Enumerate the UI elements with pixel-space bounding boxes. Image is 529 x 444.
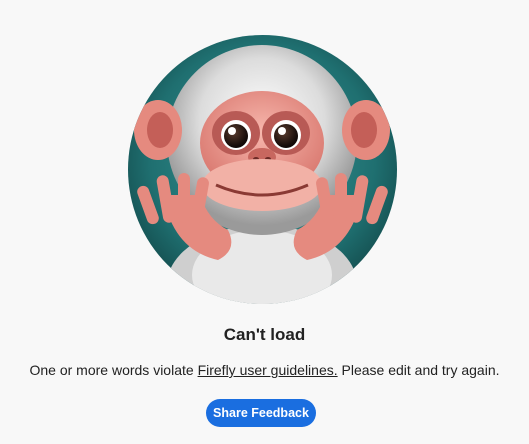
error-message-after: Please edit and try again. bbox=[337, 362, 500, 378]
error-page: Can't load One or more words violate Fir… bbox=[0, 0, 529, 444]
monkey-illustration bbox=[128, 35, 397, 304]
error-message-before: One or more words violate bbox=[29, 362, 198, 378]
error-message: One or more words violate Firefly user g… bbox=[0, 362, 529, 378]
firefly-guidelines-link[interactable]: Firefly user guidelines. bbox=[198, 362, 338, 378]
error-title: Can't load bbox=[223, 325, 306, 344]
share-feedback-button[interactable]: Share Feedback bbox=[206, 399, 316, 427]
